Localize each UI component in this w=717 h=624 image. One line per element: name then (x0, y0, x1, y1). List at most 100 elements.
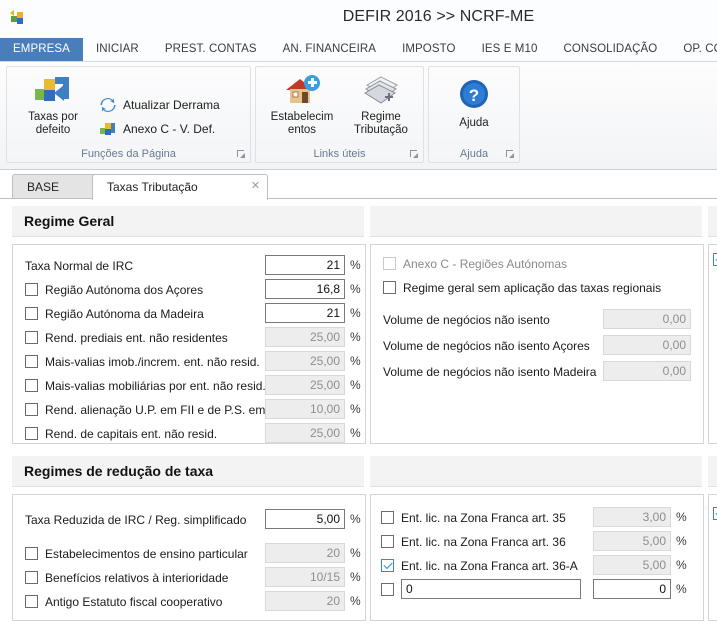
establishments-house-icon (262, 73, 342, 111)
checkbox-regiao-acores[interactable] (25, 283, 38, 296)
dialog-launcher-icon[interactable] (506, 150, 515, 159)
checkbox-far-right-top[interactable] (713, 253, 717, 266)
label-regime-geral-sem-aplicacao: Regime geral sem aplicação das taxas reg… (403, 281, 662, 295)
row-regiao-madeira: Região Autónoma da Madeira 21 % (13, 303, 365, 325)
section-header-regime-geral-far (708, 206, 717, 237)
dialog-launcher-icon[interactable] (410, 150, 419, 159)
checkbox-zona-franca-35[interactable] (381, 511, 394, 524)
checkbox-estabelecimentos-ensino[interactable] (25, 547, 38, 560)
anexo-c-v-def-button[interactable]: Anexo C - V. Def. (99, 119, 215, 139)
label-beneficios-interioridade: Benefícios relativos à interioridade (45, 571, 229, 585)
estabelecimentos-label-1: Estabelecim (270, 111, 334, 123)
ribbon-tab-prest-contas[interactable]: PREST. CONTAS (152, 38, 270, 61)
label-rend-alienacao: Rend. alienação U.P. em FII e de P.S. em… (45, 403, 284, 417)
checkbox-mais-valias-imob[interactable] (25, 355, 38, 368)
unit-percent: % (350, 258, 361, 272)
row-zona-franca-36: Ent. lic. na Zona Franca art. 36 5,00 % (371, 531, 703, 553)
label-mais-valias-mob: Mais-valias mobiliárias por ent. não res… (45, 379, 266, 393)
section-header-regimes-reducao-far (708, 456, 717, 487)
input-regiao-madeira[interactable]: 21 (265, 303, 345, 323)
panel-far-right-bottom (708, 494, 717, 621)
regime-tributacao-label-2: Tributação (354, 124, 408, 136)
checkbox-rend-prediais[interactable] (25, 331, 38, 344)
checkbox-regime-geral-sem-aplicacao[interactable] (383, 281, 396, 294)
ribbon-tab-ies-e-m10[interactable]: IES E M10 (469, 38, 551, 61)
row-mais-valias-mob: Mais-valias mobiliárias por ent. não res… (13, 375, 365, 397)
ribbon-tab-iniciar[interactable]: INICIAR (83, 38, 152, 61)
refresh-icon (99, 97, 118, 114)
section-header-regimes-reducao-right (370, 456, 702, 487)
section-title-regimes-reducao: Regimes de redução de taxa (24, 463, 214, 479)
label-antigo-estatuto-cooperativo: Antigo Estatuto fiscal cooperativo (45, 595, 223, 609)
dialog-launcher-icon[interactable] (237, 150, 246, 159)
estabelecimentos-button[interactable]: Estabelecim entos (262, 73, 342, 137)
row-zona-franca-35: Ent. lic. na Zona Franca art. 35 3,00 % (371, 507, 703, 529)
checkbox-anexo-c-regioes-autonomas[interactable] (383, 257, 396, 270)
checkbox-rend-capitais[interactable] (25, 427, 38, 440)
panel-anexo-c: Anexo C - Regiões Autónomas Regime geral… (370, 244, 704, 444)
section-header-regimes-reducao: Regimes de redução de taxa (12, 456, 364, 487)
unit-percent: % (350, 546, 361, 560)
unit-percent: % (350, 306, 361, 320)
input-beneficios-interioridade: 10/15 (265, 567, 345, 587)
label-mais-valias-imob: Mais-valias imob./increm. ent. não resid… (45, 355, 260, 369)
ribbon-group-funcoes-da-pagina: Taxas por defeito Atualizar Derrama Anex… (6, 66, 251, 163)
row-regime-geral-sem-aplicacao: Regime geral sem aplicação das taxas reg… (371, 277, 703, 299)
label-rend-prediais: Rend. prediais ent. não residentes (45, 331, 228, 345)
input-taxa-reduzida[interactable]: 5,00 (265, 509, 345, 529)
checkbox-antigo-estatuto-cooperativo[interactable] (25, 595, 38, 608)
ribbon-tab-imposto[interactable]: IMPOSTO (389, 38, 469, 61)
title-bar: DEFIR 2016 >> NCRF-ME (0, 0, 717, 38)
ribbon-tab-an-financeira[interactable]: AN. FINANCEIRA (270, 38, 389, 61)
checkbox-zona-franca-36a[interactable] (381, 559, 394, 572)
row-antigo-estatuto-cooperativo: Antigo Estatuto fiscal cooperativo 20 % (13, 591, 365, 613)
checkbox-zona-franca-custom[interactable] (381, 583, 394, 596)
regime-tributacao-button[interactable]: Regime Tributação (344, 73, 418, 137)
ribbon-tab-consolidacao[interactable]: CONSOLIDAÇÃO (550, 38, 670, 61)
label-rend-capitais: Rend. de capitais ent. não resid. (45, 427, 218, 441)
group-label-funcoes-da-pagina: Funções da Página (81, 148, 176, 160)
input-zona-franca-custom-label[interactable]: 0 (401, 579, 581, 599)
checkbox-far-right-bottom[interactable] (713, 507, 717, 520)
atualizar-derrama-label: Atualizar Derrama (123, 98, 220, 112)
help-question-icon: ? (438, 79, 510, 117)
unit-percent: % (676, 534, 687, 548)
input-mais-valias-mob: 25,00 (265, 375, 345, 395)
row-mais-valias-imob: Mais-valias imob./increm. ent. não resid… (13, 351, 365, 373)
input-zona-franca-custom-value[interactable]: 0 (593, 579, 671, 599)
unit-percent: % (350, 402, 361, 416)
label-regiao-acores: Região Autónoma dos Açores (45, 283, 204, 297)
doc-tab-taxas-tributacao-label: Taxas Tributação (107, 180, 198, 194)
atualizar-derrama-button[interactable]: Atualizar Derrama (99, 95, 220, 115)
ribbon-group-ajuda: ? Ajuda Ajuda (428, 66, 520, 163)
unit-percent: % (350, 570, 361, 584)
ribbon-tab-empresa[interactable]: EMPRESA (0, 38, 83, 61)
taxas-por-defeito-button[interactable]: Taxas por defeito (17, 73, 89, 137)
checkbox-beneficios-interioridade[interactable] (25, 571, 38, 584)
input-taxa-normal-irc[interactable]: 21 (265, 255, 345, 275)
row-zona-franca-36a: Ent. lic. na Zona Franca art. 36-A 5,00 … (371, 555, 703, 577)
checkbox-mais-valias-mob[interactable] (25, 379, 38, 392)
panel-zona-franca: Ent. lic. na Zona Franca art. 35 3,00 % … (370, 494, 704, 621)
ajuda-button[interactable]: ? Ajuda (438, 79, 510, 130)
checkbox-regiao-madeira[interactable] (25, 307, 38, 320)
label-zona-franca-35: Ent. lic. na Zona Franca art. 35 (401, 511, 566, 525)
ribbon-tab-op-co[interactable]: OP. CO (670, 38, 717, 61)
svg-text:?: ? (469, 86, 479, 105)
ribbon-group-links-uteis: Estabelecim entos Regime Tributação Ajud… (255, 66, 424, 163)
label-taxa-normal-irc: Taxa Normal de IRC (25, 259, 134, 273)
input-mais-valias-imob: 25,00 (265, 351, 345, 371)
row-taxa-normal-irc: Taxa Normal de IRC 21 % (13, 255, 365, 277)
checkbox-zona-franca-36[interactable] (381, 535, 394, 548)
unit-percent: % (676, 558, 687, 572)
row-volume-nao-isento: Volume de negócios não isento 0,00 (371, 309, 703, 331)
unit-percent: % (350, 594, 361, 608)
checkbox-rend-alienacao[interactable] (25, 403, 38, 416)
doc-tab-taxas-tributacao[interactable]: Taxas Tributação ✕ (92, 174, 268, 200)
row-regiao-acores: Região Autónoma dos Açores 16,8 % (13, 279, 365, 301)
label-volume-nao-isento: Volume de negócios não isento (383, 313, 550, 327)
section-title-regime-geral: Regime Geral (24, 213, 115, 229)
input-regiao-acores[interactable]: 16,8 (265, 279, 345, 299)
close-icon[interactable]: ✕ (250, 181, 261, 192)
group-label-links-uteis-text: Links úteis (313, 148, 366, 160)
